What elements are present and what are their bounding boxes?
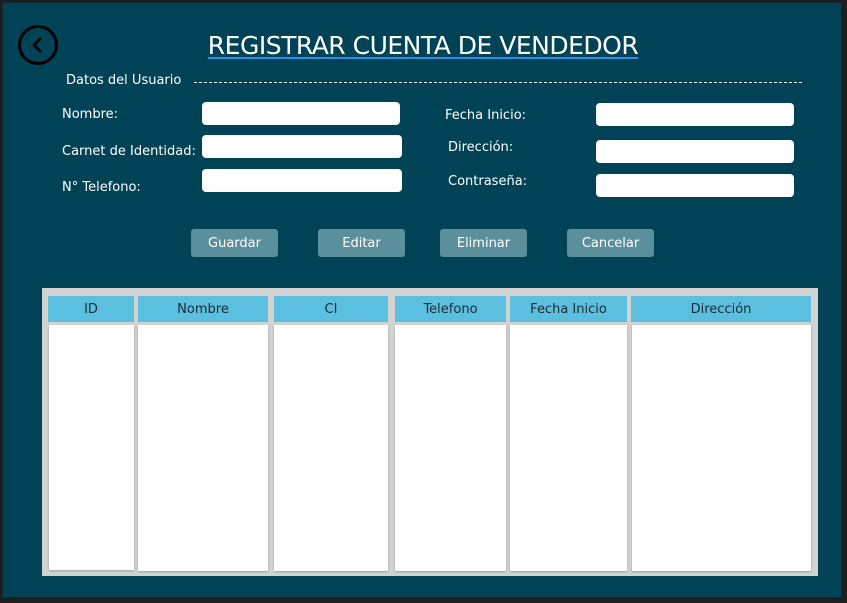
section-label: Datos del Usuario — [66, 73, 182, 88]
fecha-inicio-label: Fecha Inicio: — [445, 108, 527, 123]
direccion-input[interactable] — [596, 140, 794, 163]
section-divider — [194, 82, 802, 83]
vendedores-table: ID Nombre CI Telefono Fecha Inicio Direc… — [42, 288, 818, 576]
app-window: REGISTRAR CUENTA DE VENDEDOR Datos del U… — [2, 2, 842, 598]
editar-button[interactable]: Editar — [318, 229, 405, 257]
column-header-fecha-inicio[interactable]: Fecha Inicio — [510, 296, 627, 322]
fecha-inicio-input[interactable] — [596, 103, 794, 126]
contrasena-label: Contraseña: — [448, 174, 528, 189]
nombre-label: Nombre: — [62, 107, 119, 122]
column-body-nombre[interactable] — [138, 325, 268, 571]
column-header-id[interactable]: ID — [48, 296, 134, 322]
direccion-label: Dirección: — [448, 140, 514, 155]
telefono-input[interactable] — [202, 169, 402, 192]
column-header-nombre[interactable]: Nombre — [138, 296, 268, 322]
cancelar-button[interactable]: Cancelar — [567, 229, 654, 257]
column-header-ci[interactable]: CI — [274, 296, 388, 322]
contrasena-input[interactable] — [596, 174, 794, 197]
carnet-input[interactable] — [202, 135, 402, 158]
column-body-id[interactable] — [49, 325, 134, 570]
eliminar-button[interactable]: Eliminar — [440, 229, 527, 257]
column-body-fecha-inicio[interactable] — [510, 325, 627, 571]
column-body-telefono[interactable] — [395, 325, 506, 571]
carnet-label: Carnet de Identidad: — [62, 144, 196, 159]
telefono-label: N° Telefono: — [62, 180, 141, 195]
column-body-ci[interactable] — [274, 325, 388, 571]
column-body-direccion[interactable] — [632, 325, 811, 571]
page-title: REGISTRAR CUENTA DE VENDEDOR — [207, 31, 639, 60]
nombre-input[interactable] — [202, 102, 400, 125]
column-header-direccion[interactable]: Dirección — [631, 296, 811, 322]
guardar-button[interactable]: Guardar — [191, 229, 278, 257]
column-header-telefono[interactable]: Telefono — [395, 296, 506, 322]
